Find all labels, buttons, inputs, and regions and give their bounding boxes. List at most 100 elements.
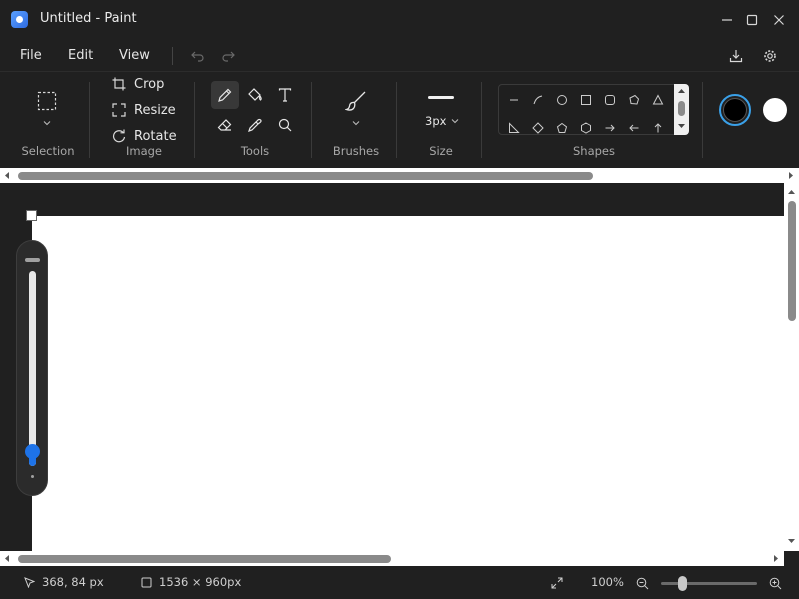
zoom-slider-knob[interactable] (678, 576, 688, 591)
resize-icon (112, 103, 126, 117)
group-label-selection: Selection (21, 144, 75, 158)
shape-polygon[interactable] (627, 93, 641, 107)
ribbon-separator (702, 82, 703, 158)
zoom-in-icon (769, 577, 782, 590)
resize-button[interactable]: Resize (112, 100, 176, 120)
oval-shape-icon (557, 95, 567, 105)
maximize-button[interactable] (742, 10, 762, 30)
slider-min-indicator (31, 475, 34, 478)
group-label-tools: Tools (240, 144, 270, 158)
scroll-thumb[interactable] (18, 172, 593, 180)
canvas-horizontal-scrollbar[interactable] (0, 551, 784, 566)
rectangle-select-icon (37, 91, 57, 111)
secondary-color-swatch[interactable] (763, 98, 787, 122)
shape-pentagon[interactable] (555, 121, 569, 135)
slider-knob[interactable] (25, 444, 40, 460)
shapes-scrollbar[interactable] (674, 84, 689, 135)
line-shape-icon (510, 99, 518, 101)
menu-separator (172, 47, 173, 65)
save-button[interactable] (725, 46, 747, 66)
pencil-tool[interactable] (211, 81, 239, 109)
slider-max-indicator (25, 258, 40, 262)
ribbon-separator (481, 82, 482, 158)
undo-button[interactable] (187, 46, 209, 66)
magnifier-tool[interactable] (271, 111, 299, 139)
ribbon-separator (194, 82, 195, 158)
maximize-icon (746, 14, 758, 26)
shape-left-arrow[interactable] (627, 121, 641, 135)
shape-rounded-rectangle[interactable] (603, 93, 617, 107)
right-triangle-shape-icon (509, 122, 520, 133)
eraser-tool[interactable] (211, 111, 239, 139)
ribbon-horizontal-scrollbar[interactable] (0, 168, 799, 183)
minimize-button[interactable] (717, 10, 737, 30)
shape-right-arrow[interactable] (603, 121, 617, 135)
pencil-icon (218, 88, 232, 102)
selection-button[interactable] (37, 91, 57, 111)
menu-view[interactable]: View (119, 48, 150, 63)
ribbon-separator (311, 82, 312, 158)
redo-button[interactable] (217, 46, 239, 66)
group-label-brushes: Brushes (332, 144, 380, 158)
redo-icon (222, 51, 235, 62)
shape-up-arrow[interactable] (651, 121, 665, 135)
shape-right-triangle[interactable] (507, 121, 521, 135)
status-bar: 368, 84 px 1536 × 960px 100% (0, 566, 799, 599)
rotate-label: Rotate (134, 128, 177, 144)
title-bar: Untitled - Paint (0, 0, 799, 40)
brush-size-slider[interactable] (16, 240, 48, 496)
pentagon-shape-icon (556, 122, 568, 133)
chevron-down-icon (43, 121, 51, 126)
size-dropdown[interactable]: 3px (425, 114, 459, 128)
crop-button[interactable]: Crop (112, 74, 164, 94)
zoom-out-button[interactable] (636, 577, 649, 590)
fill-tool[interactable] (241, 81, 269, 109)
drawing-canvas[interactable] (32, 216, 784, 551)
brushes-button[interactable] (345, 90, 367, 112)
curve-shape-icon (533, 95, 543, 105)
zoom-slider-track[interactable] (661, 582, 757, 585)
canvas-area (0, 183, 784, 551)
slider-track[interactable] (29, 271, 36, 466)
scroll-thumb[interactable] (788, 201, 796, 321)
settings-icon (764, 50, 776, 62)
size-preview-line (428, 96, 454, 99)
shapes-scroll-arrows-icon (678, 89, 685, 128)
rounded-rectangle-shape-icon (605, 95, 615, 105)
canvas-resize-handle[interactable] (26, 210, 37, 221)
settings-button[interactable] (759, 46, 781, 66)
zoom-in-button[interactable] (769, 577, 782, 590)
close-button[interactable] (769, 10, 789, 30)
crop-icon (112, 77, 126, 91)
canvas-vertical-scrollbar[interactable] (784, 183, 799, 551)
cursor-icon (24, 576, 35, 588)
primary-color-fill (723, 98, 747, 122)
rotate-button[interactable]: Rotate (112, 126, 177, 146)
menu-edit[interactable]: Edit (68, 48, 93, 63)
selection-dropdown[interactable] (43, 120, 51, 126)
magnifier-icon (278, 118, 292, 132)
group-label-size: Size (429, 144, 453, 158)
scroll-thumb[interactable] (18, 555, 391, 563)
shape-oval[interactable] (555, 93, 569, 107)
shape-triangle[interactable] (651, 93, 665, 107)
shape-curve[interactable] (531, 93, 545, 107)
ribbon: Selection Crop Resize Rotate Image Tools (0, 72, 799, 168)
menu-file[interactable]: File (20, 48, 42, 63)
shape-line[interactable] (507, 93, 521, 107)
brushes-dropdown[interactable] (352, 120, 360, 126)
zoom-out-icon (636, 577, 649, 590)
shape-hexagon[interactable] (579, 121, 593, 135)
canvas-size: 1536 × 960px (159, 575, 242, 589)
text-tool[interactable] (271, 81, 299, 109)
zoom-level-status[interactable]: 100% (591, 575, 624, 589)
shape-diamond[interactable] (531, 121, 545, 135)
shape-rectangle[interactable] (579, 93, 593, 107)
scroll-right-icon (789, 172, 793, 179)
group-label-image: Image (125, 144, 163, 158)
paint-app-icon (11, 11, 28, 28)
scroll-down-icon (788, 539, 795, 543)
color-picker-tool[interactable] (241, 111, 269, 139)
primary-color-swatch[interactable] (719, 94, 751, 126)
fit-to-window-button[interactable] (551, 577, 563, 589)
